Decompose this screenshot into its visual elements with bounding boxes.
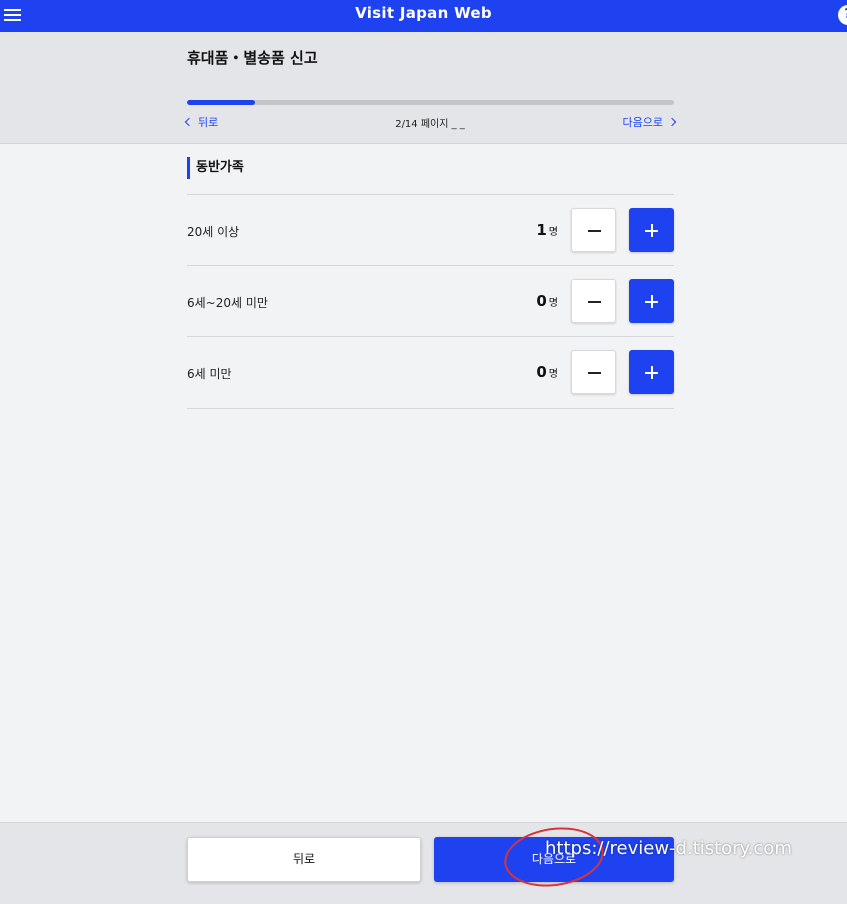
count-value: 0명 — [536, 292, 558, 310]
next-button[interactable]: 다음으로 — [434, 837, 674, 882]
back-button[interactable]: 뒤로 — [187, 837, 421, 882]
count-value: 1명 — [536, 221, 558, 239]
row-label: 20세 이상 — [187, 225, 240, 239]
progress-bar — [187, 100, 674, 105]
page-indicator: 2/14 페이지 _ _ — [395, 119, 465, 130]
chevron-left-icon — [184, 117, 194, 127]
companion-row-child: 6세~20세 미만 0명 — [187, 265, 674, 337]
companion-row-adult: 20세 이상 1명 — [187, 194, 674, 266]
row-label: 6세 미만 — [187, 367, 232, 381]
plus-icon — [645, 366, 658, 379]
minus-icon — [588, 372, 601, 374]
progress-fill — [187, 100, 256, 105]
divider — [187, 408, 674, 409]
plus-icon — [645, 224, 658, 237]
footer-bar: 뒤로 다음으로 — [0, 822, 847, 904]
decrement-button[interactable] — [571, 350, 616, 394]
minus-icon — [588, 230, 601, 232]
increment-button[interactable] — [629, 208, 674, 252]
plus-icon — [645, 295, 658, 308]
page-header: 휴대품・별송품 신고 뒤로 2/14 페이지 _ _ 다음으로 — [0, 32, 847, 144]
page-title: 휴대품・별송품 신고 — [187, 49, 318, 67]
companion-row-infant: 6세 미만 0명 — [187, 336, 674, 408]
decrement-button[interactable] — [571, 208, 616, 252]
help-icon[interactable]: ? — [838, 5, 847, 25]
minus-icon — [588, 301, 601, 303]
row-label: 6세~20세 미만 — [187, 296, 268, 310]
header-next-link[interactable]: 다음으로 — [622, 114, 677, 130]
increment-button[interactable] — [629, 350, 674, 394]
top-bar: Visit Japan Web ? — [0, 0, 847, 32]
header-back-link[interactable]: 뒤로 — [184, 114, 219, 130]
increment-button[interactable] — [629, 279, 674, 323]
chevron-right-icon — [667, 117, 677, 127]
app-title: Visit Japan Web — [355, 4, 492, 22]
count-value: 0명 — [536, 363, 558, 381]
decrement-button[interactable] — [571, 279, 616, 323]
header-next-label: 다음으로 — [622, 116, 663, 129]
header-back-label: 뒤로 — [198, 116, 219, 129]
section-title: 동반가족 — [187, 157, 244, 179]
